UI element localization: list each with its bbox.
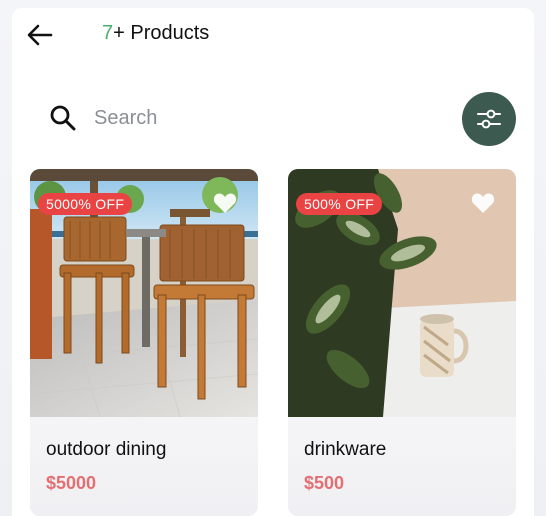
product-info: drinkware $500	[288, 417, 516, 516]
discount-badge: 500% OFF	[296, 193, 383, 215]
product-card[interactable]: 5000% OFF outdoor dining $5000	[30, 169, 258, 516]
sliders-icon	[477, 109, 501, 129]
arrow-left-icon	[27, 24, 53, 46]
product-price: $5000	[46, 473, 97, 493]
back-button[interactable]	[22, 20, 58, 50]
page-title-text: + Products	[113, 22, 210, 44]
product-price: $500	[304, 473, 345, 493]
product-info: outdoor dining $5000	[30, 417, 258, 516]
filter-button[interactable]	[462, 92, 516, 146]
product-card[interactable]: 500% OFF drinkware $500	[288, 169, 516, 516]
discount-badge: 5000% OFF	[38, 193, 133, 215]
product-name: outdoor dining	[46, 439, 167, 460]
product-name: drinkware	[304, 439, 387, 460]
page-title: 7+ Products	[102, 22, 209, 45]
search-icon[interactable]	[48, 103, 78, 133]
heart-icon[interactable]	[212, 191, 238, 215]
search-bar	[40, 92, 440, 144]
heart-icon[interactable]	[470, 191, 496, 215]
search-input[interactable]	[94, 106, 394, 130]
product-count: 7	[102, 22, 114, 44]
header: 7+ Products	[0, 0, 546, 70]
